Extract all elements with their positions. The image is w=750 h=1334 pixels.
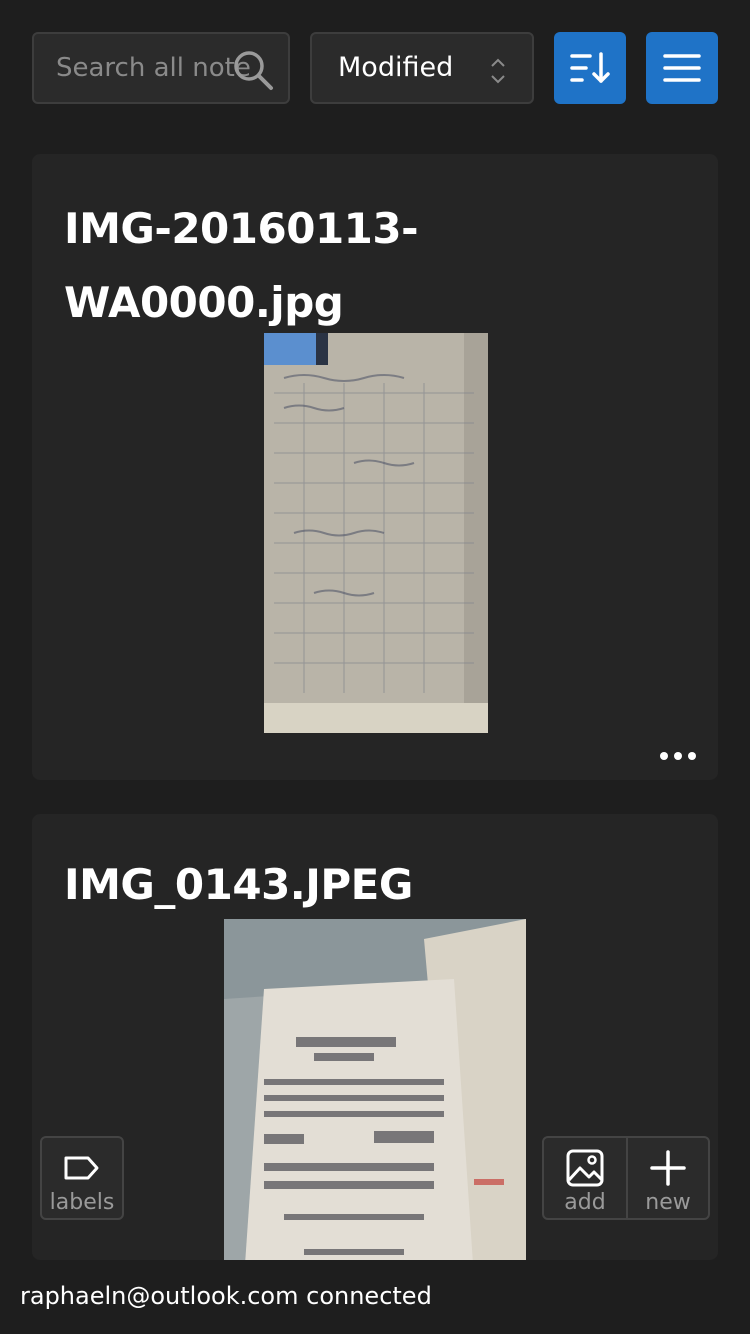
new-button-label: new — [645, 1190, 691, 1215]
chevron-up-down-icon — [491, 58, 505, 84]
sort-select-value: Modified — [338, 52, 454, 83]
labels-button-label: labels — [49, 1190, 115, 1215]
note-image-thumbnail[interactable] — [224, 919, 526, 1260]
toolbar: Modified — [32, 32, 718, 104]
sort-select[interactable]: Modified — [310, 32, 534, 104]
note-card[interactable]: IMG-20160113-WA0000.jpg — [32, 154, 718, 780]
receipts-photo — [224, 919, 526, 1260]
note-image-thumbnail[interactable] — [264, 333, 488, 733]
tag-icon — [64, 1156, 99, 1180]
notes-app: Modified IMG-20160113-WA000 — [0, 0, 750, 1334]
search-icon[interactable] — [232, 49, 274, 91]
add-image-button[interactable]: add — [544, 1138, 626, 1218]
add-button-label: add — [564, 1190, 606, 1215]
handwritten-notes-photo — [264, 333, 488, 733]
connection-status-text: raphaeln@outlook.com connected — [20, 1282, 432, 1310]
sort-descending-icon — [570, 52, 610, 83]
hamburger-menu-icon — [663, 54, 701, 82]
image-icon — [566, 1149, 604, 1187]
menu-button[interactable] — [646, 32, 718, 104]
plus-icon — [650, 1150, 686, 1186]
note-title[interactable]: IMG_0143.JPEG — [64, 848, 484, 922]
more-horizontal-icon[interactable] — [658, 746, 698, 766]
note-title[interactable]: IMG-20160113-WA0000.jpg — [64, 192, 484, 340]
connection-status-bar: raphaeln@outlook.com connected — [0, 1260, 750, 1334]
search-box[interactable] — [32, 32, 290, 104]
new-note-button[interactable]: new — [626, 1138, 708, 1218]
create-actions-group: add new — [542, 1136, 710, 1220]
search-input[interactable] — [56, 38, 252, 98]
sort-direction-button[interactable] — [554, 32, 626, 104]
labels-button[interactable]: labels — [40, 1136, 124, 1220]
